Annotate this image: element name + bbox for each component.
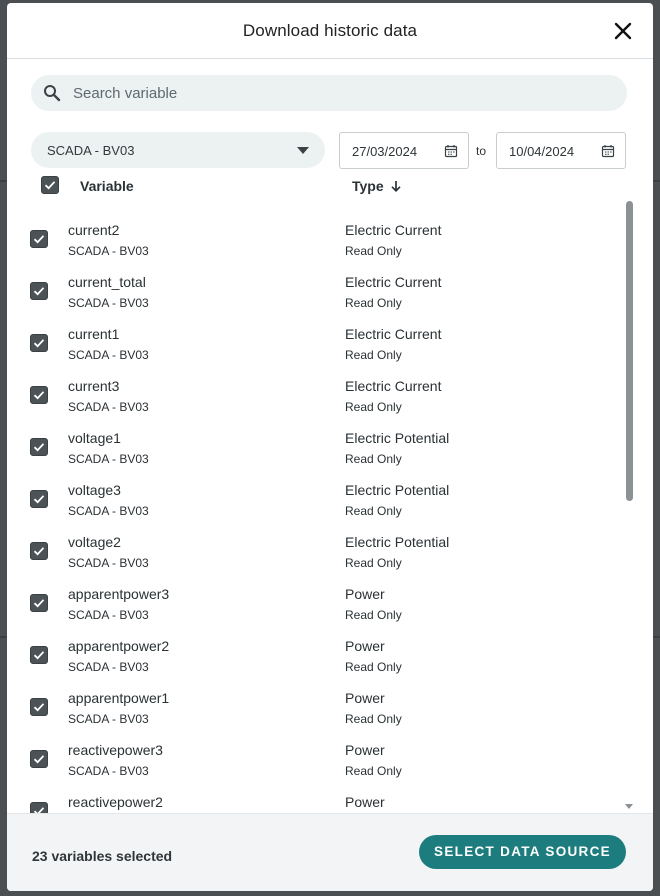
column-header-type[interactable]: Type (352, 178, 402, 194)
variable-type: Power (345, 742, 385, 758)
variable-name: reactivepower3 (68, 742, 163, 758)
variable-type: Electric Potential (345, 430, 450, 446)
data-source-select[interactable]: SCADA - BV03 (31, 132, 325, 168)
date-range-separator: to (476, 144, 487, 158)
row-checkbox[interactable] (30, 594, 48, 612)
row-checkbox[interactable] (30, 802, 48, 813)
list-scrollbar[interactable] (625, 201, 634, 813)
variable-name: current_total (68, 274, 146, 290)
variable-type: Electric Current (345, 326, 442, 342)
variable-name: voltage1 (68, 430, 121, 446)
variable-type: Power (345, 690, 385, 706)
table-header: Variable Type (31, 173, 631, 197)
checkmark-icon (33, 443, 45, 452)
row-checkbox[interactable] (30, 698, 48, 716)
column-header-variable[interactable]: Variable (80, 178, 134, 194)
checkmark-icon (33, 495, 45, 504)
row-checkbox[interactable] (30, 230, 48, 248)
checkmark-icon (33, 651, 45, 660)
close-button[interactable] (611, 19, 635, 43)
variable-type: Power (345, 638, 385, 654)
variable-type: Electric Potential (345, 482, 450, 498)
checkmark-icon (33, 235, 45, 244)
list-item[interactable]: apparentpower1 SCADA - BV03 Power Read Only (7, 669, 627, 726)
variable-name: voltage3 (68, 482, 121, 498)
row-checkbox[interactable] (30, 542, 48, 560)
checkmark-icon (33, 807, 45, 813)
selected-count: 23 variables selected (32, 848, 173, 864)
variable-name: apparentpower3 (68, 586, 170, 602)
date-to-field[interactable]: 10/04/2024 (496, 132, 626, 169)
row-checkbox[interactable] (30, 282, 48, 300)
search-box[interactable] (31, 75, 627, 111)
checkmark-icon (33, 391, 45, 400)
variable-type: Power (345, 794, 385, 810)
list-item[interactable]: current1 SCADA - BV03 Electric Current Read… (7, 305, 627, 362)
checkmark-icon (33, 547, 45, 556)
checkmark-icon (33, 287, 45, 296)
variable-list[interactable]: current2 SCADA - BV03 Electric Current Read… (7, 201, 653, 813)
list-item[interactable]: reactivepower2SCADA - BV03PowerRead Only (7, 773, 627, 813)
variable-type: Electric Current (345, 222, 442, 238)
variable-name: current2 (68, 222, 120, 238)
list-item[interactable]: current3 SCADA - BV03 Electric Current Read… (7, 357, 627, 414)
checkmark-icon (33, 755, 45, 764)
scroll-down-arrow-icon[interactable] (625, 804, 633, 809)
dialog-footer: 23 variables selected SELECT DATA SOURCE (7, 813, 653, 891)
column-header-type-label: Type (352, 178, 384, 194)
list-item[interactable]: apparentpower2 SCADA - BV03 Power Read Only (7, 617, 627, 674)
close-icon (614, 22, 632, 40)
variable-name: voltage2 (68, 534, 121, 550)
search-input[interactable] (73, 75, 613, 111)
variable-name: current1 (68, 326, 120, 342)
variable-type: Electric Potential (345, 534, 450, 550)
dialog-header: Download historic data (7, 3, 653, 59)
list-item[interactable]: voltage3 SCADA - BV03 Electric Potential Re… (7, 461, 627, 518)
date-from-value: 27/03/2024 (352, 144, 418, 159)
variable-name: reactivepower2 (68, 794, 163, 810)
checkmark-icon (33, 599, 45, 608)
checkmark-icon (44, 181, 56, 190)
row-checkbox[interactable] (30, 490, 48, 508)
variable-name: apparentpower1 (68, 690, 170, 706)
select-all-checkbox[interactable] (41, 176, 59, 194)
date-from-field[interactable]: 27/03/2024 (339, 132, 469, 169)
row-checkbox[interactable] (30, 334, 48, 352)
select-data-source-button[interactable]: SELECT DATA SOURCE (419, 835, 626, 869)
row-checkbox[interactable] (30, 750, 48, 768)
arrow-down-icon (391, 181, 401, 192)
list-item[interactable]: voltage1 SCADA - BV03 Electric Potential Re… (7, 409, 627, 466)
date-to-value: 10/04/2024 (509, 144, 575, 159)
caret-down-icon (297, 147, 309, 154)
list-item[interactable]: current_total SCADA - BV03 Electric Curren… (7, 253, 627, 310)
variable-type: Power (345, 586, 385, 602)
scrollbar-thumb[interactable] (626, 201, 633, 501)
row-checkbox[interactable] (30, 646, 48, 664)
variable-type: Electric Current (345, 274, 442, 290)
calendar-icon[interactable] (444, 144, 458, 158)
search-icon (44, 85, 61, 102)
checkmark-icon (33, 703, 45, 712)
list-item[interactable]: apparentpower3 SCADA - BV03 Power Read Only (7, 565, 627, 622)
list-item[interactable]: reactivepower3 SCADA - BV03 Power Read Only (7, 721, 627, 778)
checkmark-icon (33, 339, 45, 348)
calendar-icon[interactable] (601, 144, 615, 158)
data-source-value: SCADA - BV03 (47, 143, 135, 158)
row-checkbox[interactable] (30, 386, 48, 404)
row-checkbox[interactable] (30, 438, 48, 456)
dialog-title: Download historic data (242, 21, 418, 40)
download-dialog: Download historic data SCADA - BV03 27/0… (7, 3, 653, 891)
list-item[interactable]: voltage2 SCADA - BV03 Electric Potential Re… (7, 513, 627, 570)
variable-type: Electric Current (345, 378, 442, 394)
variable-name: current3 (68, 378, 120, 394)
variable-name: apparentpower2 (68, 638, 170, 654)
list-item[interactable]: current2 SCADA - BV03 Electric Current Read… (7, 201, 627, 258)
